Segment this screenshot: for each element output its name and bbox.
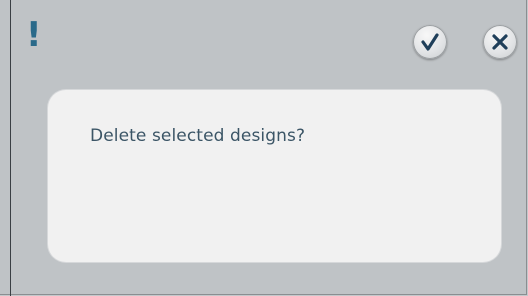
dialog-edge xyxy=(10,0,11,296)
cancel-button[interactable] xyxy=(483,25,517,59)
dialog-message: Delete selected designs? xyxy=(90,126,306,146)
checkmark-icon xyxy=(421,33,439,51)
close-icon xyxy=(492,34,508,50)
confirm-delete-dialog: ! Delete selected designs? xyxy=(0,0,527,296)
alert-exclamation-icon: ! xyxy=(26,15,42,55)
message-panel: Delete selected designs? xyxy=(48,90,501,262)
confirm-button[interactable] xyxy=(413,25,447,59)
